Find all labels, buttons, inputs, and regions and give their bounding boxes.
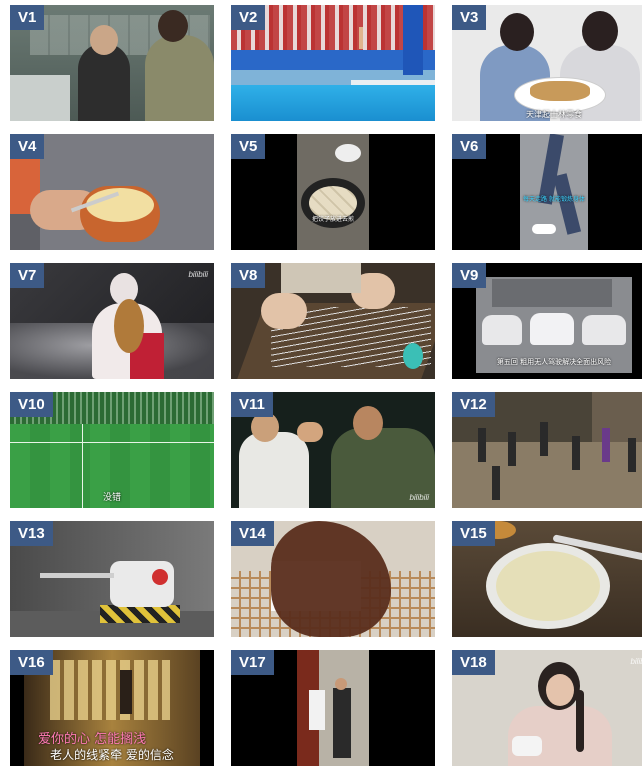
video-label: V9 [452, 263, 487, 288]
chocolate-pour [271, 521, 391, 637]
pool-water [231, 85, 435, 121]
dancer [602, 428, 610, 462]
subtitle: 天津起士林零食 [526, 110, 582, 119]
video-label: V6 [452, 134, 487, 159]
video-label: V8 [231, 263, 266, 288]
video-thumbnail-v4[interactable]: V4 [10, 134, 214, 250]
person-figure [239, 432, 309, 508]
miku-figurine [403, 343, 423, 369]
person-figure [333, 688, 351, 758]
video-label: V14 [231, 521, 274, 546]
person-head [335, 678, 347, 690]
video-label: V11 [231, 392, 273, 417]
video-thumbnail-v3[interactable]: 天津起士林零食 V3 [452, 5, 642, 121]
video-thumbnail-v17[interactable]: V17 [231, 650, 435, 766]
subtitle: 第五回 粗用无人驾驶解决全面出风险 [496, 358, 612, 366]
video-thumbnail-v16[interactable]: 爱你的心 怎能搁浅 老人的线紧牵 爱的信念 V16 [10, 650, 214, 766]
video-label: V13 [10, 521, 53, 546]
face [546, 674, 574, 706]
video-label: V17 [231, 650, 274, 675]
video-thumbnail-v18[interactable]: bilibili V18 [452, 650, 642, 766]
video-thumbnail-v13[interactable]: V13 [10, 521, 214, 637]
video-thumbnail-v11[interactable]: bilibili V11 [231, 392, 435, 508]
video-label: V16 [10, 650, 53, 675]
video-thumbnail-v6[interactable]: 每天走路 就能锻炼身体 V6 [452, 134, 642, 250]
snack-pile [530, 81, 590, 101]
watermark: bilibili [188, 270, 208, 279]
video-thumbnail-v10[interactable]: 没错 V10 [10, 392, 214, 508]
watermark: bilibili [409, 493, 429, 502]
video-thumbnail-v8[interactable]: V8 [231, 263, 435, 379]
video-label: V12 [452, 392, 495, 417]
video-thumbnail-v5[interactable]: 把饺子放进去煎 V5 [231, 134, 435, 250]
dancer [508, 432, 516, 466]
sleeve [281, 263, 361, 293]
person-head [500, 13, 534, 51]
dancer [492, 466, 500, 500]
video-label: V4 [10, 134, 45, 159]
blue-pillar [403, 5, 423, 75]
person-figure [309, 690, 325, 730]
video-label: V7 [10, 263, 45, 288]
subtitle: 每天走路 就能锻炼身体 [523, 196, 585, 203]
counter [10, 75, 70, 121]
person-head [158, 10, 188, 42]
bowl [335, 144, 361, 162]
building [492, 279, 612, 307]
dancer [540, 422, 548, 456]
video-label: V10 [10, 392, 53, 417]
turret-barrel [40, 573, 114, 578]
pitch-line [10, 442, 214, 443]
person-head [90, 25, 118, 55]
subtitle: 爱你的心 怎能搁浅 [38, 732, 147, 747]
video-thumbnail-v2[interactable]: V2 [231, 5, 435, 121]
car [482, 315, 522, 345]
subtitle: 没错 [102, 493, 121, 503]
turret-body [110, 561, 174, 607]
person-head [582, 11, 618, 51]
braid [576, 690, 584, 752]
video-thumbnail-v1[interactable]: V1 [10, 5, 214, 121]
fist [297, 422, 323, 442]
video-thumbnail-v15[interactable]: V15 [452, 521, 642, 637]
video-thumbnail-v7[interactable]: bilibili V7 [10, 263, 214, 379]
dancer [478, 428, 486, 462]
watermark: bilibili [630, 657, 642, 666]
subtitle: 把饺子放进去煎 [311, 216, 354, 223]
video-label: V5 [231, 134, 266, 159]
video-label: V3 [452, 5, 487, 30]
turret-emblem [152, 569, 168, 585]
video-thumbnail-v9[interactable]: 第五回 粗用无人驾驶解决全面出风险 V9 [452, 263, 642, 379]
soy-milk [496, 551, 600, 621]
video-thumbnail-v12[interactable]: V12 [452, 392, 642, 508]
dancer [572, 436, 580, 470]
dancer [628, 438, 636, 472]
shoe [532, 224, 556, 234]
video-label: V1 [10, 5, 45, 30]
turret-base [100, 605, 180, 623]
video-thumbnail-v14[interactable]: V14 [231, 521, 435, 637]
video-label: V2 [231, 5, 266, 30]
person-head [353, 406, 383, 440]
window-light [50, 660, 170, 720]
subtitle-line-2: 老人的线紧牵 爱的信念 [50, 748, 174, 762]
pipa [114, 299, 144, 353]
pudding-surface [86, 188, 154, 222]
car [582, 315, 626, 345]
video-label: V18 [452, 650, 495, 675]
video-label: V15 [452, 521, 495, 546]
person-figure [120, 670, 132, 714]
person-figure [145, 35, 214, 121]
diver-figure [359, 27, 363, 49]
sewing-thread [512, 736, 542, 756]
hand [261, 293, 307, 329]
car [530, 313, 574, 345]
